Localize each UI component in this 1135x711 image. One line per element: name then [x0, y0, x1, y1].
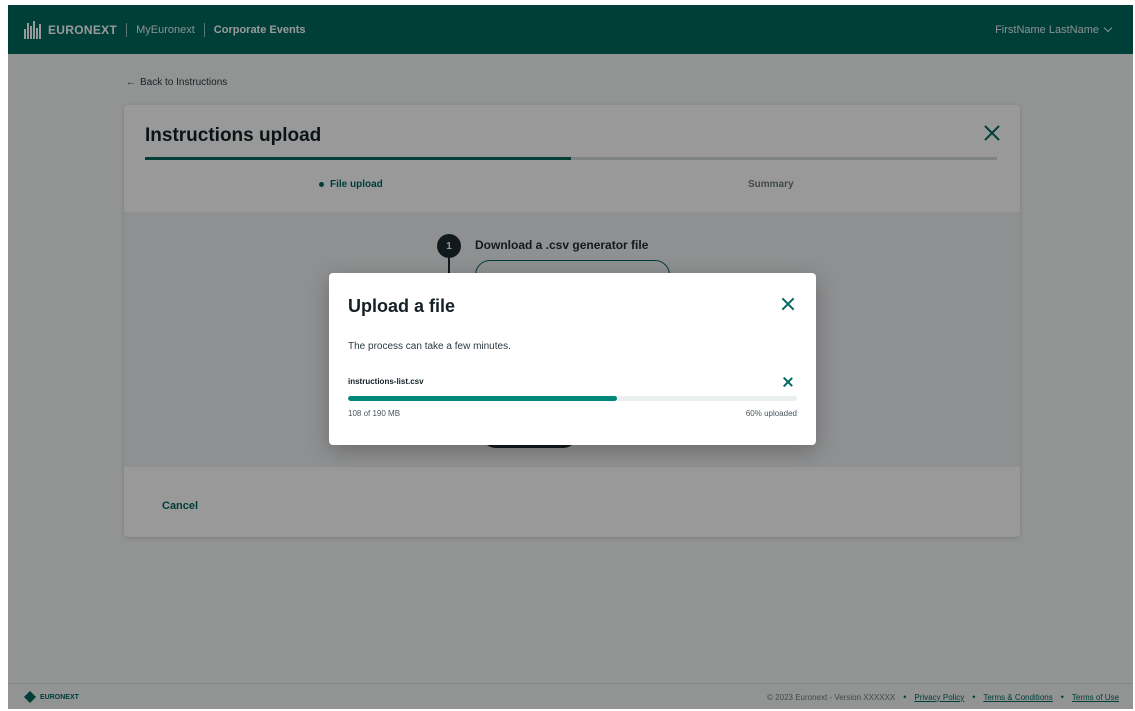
cancel-upload-icon[interactable]: [783, 377, 793, 387]
modal-title: Upload a file: [348, 296, 456, 316]
upload-progress-fill: [348, 396, 618, 401]
upload-progress-bar: [348, 396, 797, 401]
modal-description: The process can take a few minutes.: [348, 341, 511, 352]
file-name: instructions-list.csv: [348, 377, 424, 386]
upload-modal: Upload a file The process can take a few…: [329, 273, 816, 445]
close-icon[interactable]: [781, 297, 795, 311]
upload-size-text: 108 of 190 MB: [348, 409, 401, 418]
upload-percent-text: 60% uploaded: [745, 409, 797, 418]
